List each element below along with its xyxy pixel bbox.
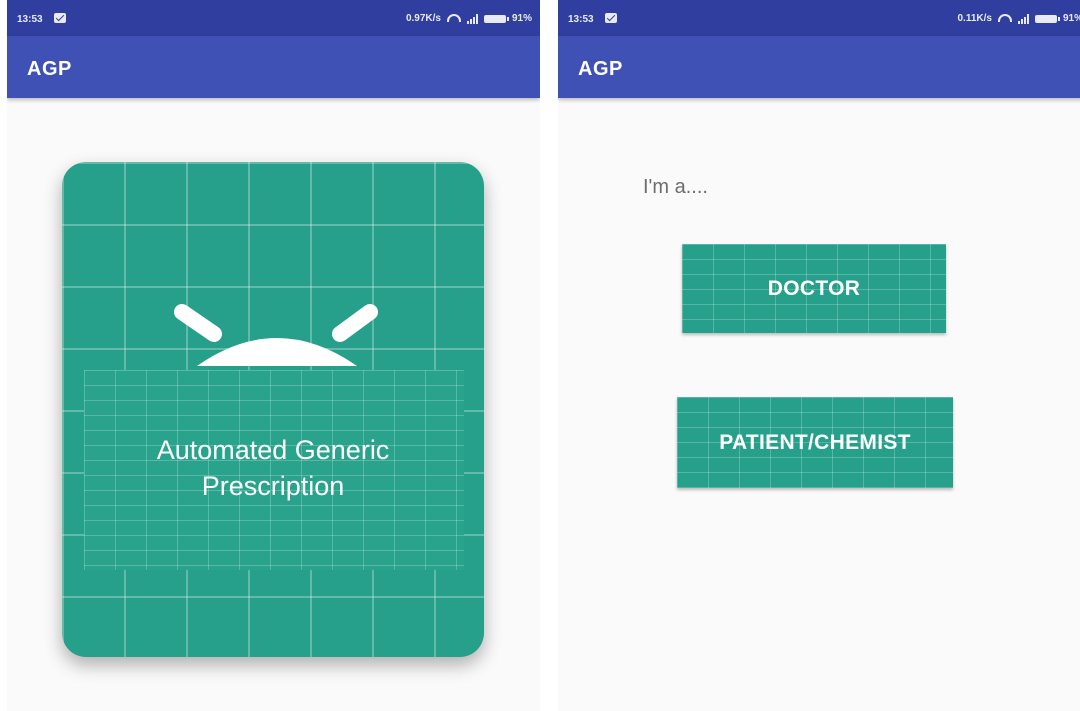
signal-icon (466, 13, 478, 24)
app-bar: AGP (558, 36, 1080, 98)
role-select-screen: 13:53 0.11K/s 91% AGP I'm a.... DOCTOR P… (558, 0, 1080, 711)
splash-card: Automated Generic Prescription (62, 162, 484, 657)
android-head-icon (174, 304, 378, 366)
app-name-line-2: Prescription (201, 471, 345, 501)
wifi-icon (997, 13, 1012, 22)
battery-percent: 91% (511, 13, 532, 24)
status-indicators: 0.11K/s 91% (958, 13, 1080, 24)
app-title: AGP (578, 58, 623, 80)
battery-percent: 91% (1062, 13, 1080, 24)
battery-icon (483, 14, 509, 23)
app-name-line-1: Automated Generic (156, 435, 390, 465)
splash-screen: 13:53 0.97K/s 91% AGP Automated Generic … (7, 0, 540, 711)
message-icon (54, 13, 66, 23)
status-time: 13:53 (568, 14, 594, 25)
patient-chemist-button[interactable]: PATIENT/CHEMIST (677, 397, 953, 488)
network-speed: 0.11K/s (957, 13, 992, 24)
doctor-button[interactable]: DOCTOR (682, 244, 946, 333)
app-bar: AGP (7, 36, 540, 98)
app-full-name: Automated Generic Prescription (62, 432, 484, 504)
message-icon (605, 13, 617, 23)
wifi-icon (446, 13, 461, 22)
battery-icon (1034, 14, 1060, 23)
signal-icon (1017, 13, 1029, 24)
network-speed: 0.97K/s (405, 13, 441, 24)
status-indicators: 0.97K/s 91% (406, 13, 532, 24)
app-title: AGP (27, 58, 72, 80)
role-prompt: I'm a.... (643, 176, 708, 198)
status-bar: 13:53 0.97K/s 91% (7, 0, 540, 36)
status-time: 13:53 (17, 14, 43, 25)
status-bar: 13:53 0.11K/s 91% (558, 0, 1080, 36)
